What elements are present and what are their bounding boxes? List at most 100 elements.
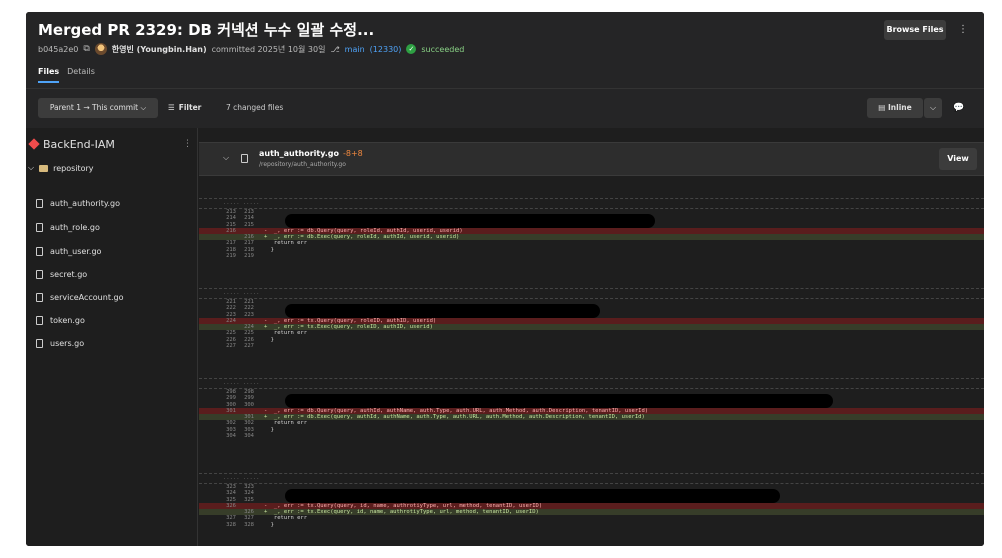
repo-header[interactable]: BackEnd-IAM ⋮ (28, 136, 192, 152)
diff-line: 328 328 } (199, 522, 984, 528)
file-item[interactable]: auth_authority.go (36, 196, 120, 210)
diff-panel: ⌵ auth_authority.go -8+8 /repository/auth… (199, 128, 984, 546)
file-label: token.go (50, 315, 85, 325)
app-window: Merged PR 2329: DB 커넥션 누수 일괄 수정... b045a… (26, 12, 984, 546)
diff-file-name-text: auth_authority.go (259, 149, 339, 158)
build-status[interactable]: succeeded (421, 45, 464, 54)
file-tree: BackEnd-IAM ⋮ ⌵ repository auth_authorit… (26, 128, 198, 546)
copy-icon[interactable]: ⧉ (83, 44, 89, 54)
diff-line: 304 304 (199, 433, 984, 439)
commit-hash[interactable]: b045a2e0 (38, 45, 78, 54)
repo-more-icon[interactable]: ⋮ (183, 139, 192, 149)
old-line-number: 328 (226, 521, 236, 528)
new-line-number: 227 (244, 343, 254, 350)
file-icon (36, 246, 43, 256)
filter-icon: ☰ (168, 103, 175, 112)
file-icon (36, 315, 43, 325)
file-icon (241, 154, 248, 163)
file-icon (36, 338, 43, 348)
new-line-number: 219 (244, 253, 254, 260)
new-line-number: 304 (244, 433, 254, 440)
redaction-mark (285, 394, 833, 408)
file-icon (36, 269, 43, 279)
diff-line: 219 219 (199, 253, 984, 259)
author-name[interactable]: 한영빈 (Youngbin.Han) (112, 44, 207, 55)
file-label: auth_user.go (50, 246, 102, 256)
file-item[interactable]: token.go (36, 313, 85, 327)
page-title: Merged PR 2329: DB 커넥션 누수 일괄 수정... (38, 21, 375, 39)
file-item[interactable]: auth_user.go (36, 244, 101, 258)
redaction-mark (285, 304, 600, 318)
browse-files-button[interactable]: Browse Files (884, 20, 946, 40)
branch-icon: ⎇ (330, 44, 340, 54)
hunk-separator[interactable]: ..... ..... (199, 198, 984, 209)
file-diff-header: ⌵ auth_authority.go -8+8 /repository/auth… (199, 142, 984, 176)
file-icon (36, 292, 43, 302)
redaction-mark (285, 489, 780, 503)
code-text: + _, err := db.Exec(query, authId, authN… (264, 414, 645, 421)
inline-view-icon: ▤ (878, 103, 888, 112)
view-mode-chevron-icon[interactable]: ⌵ (924, 98, 942, 118)
file-label: auth_role.go (50, 222, 100, 232)
diff-line: 227 227 (199, 343, 984, 349)
folder-repository[interactable]: ⌵ repository (28, 161, 94, 175)
hunk-separator[interactable]: ..... ..... (199, 378, 984, 389)
file-label: auth_authority.go (50, 198, 121, 208)
diff-toolbar: Parent 1 → This commit ⌵ ☰ Filter 7 chan… (26, 95, 984, 121)
diff-file-path: /repository/auth_authority.go (259, 161, 346, 168)
comment-icon[interactable]: 💬 (950, 98, 968, 118)
parent-dropdown-label: Parent 1 → This commit (49, 103, 139, 112)
branch-pr-link[interactable]: (12330) (370, 45, 402, 54)
commit-meta: b045a2e0 ⧉ 한영빈 (Youngbin.Han) committed … (38, 42, 464, 56)
code-text: } (264, 426, 274, 433)
filter-button[interactable]: ☰ Filter (168, 98, 201, 118)
tab-details[interactable]: Details (67, 67, 95, 83)
file-icon (36, 222, 43, 232)
collapse-chevron-icon[interactable]: ⌵ (223, 153, 229, 163)
changed-files-count: 7 changed files (226, 103, 284, 112)
committed-text: committed 2025년 10월 30일 (211, 44, 326, 54)
parent-commit-dropdown[interactable]: Parent 1 → This commit ⌵ (38, 98, 158, 118)
repo-icon (28, 138, 40, 150)
code-text: } (264, 336, 274, 343)
diff-hunk: ..... ..... 221 221 222 222 223 223 224- _, err… (199, 288, 984, 349)
file-icon (36, 198, 43, 208)
hunk-separator[interactable]: ..... ..... (199, 473, 984, 484)
redaction-mark (285, 214, 655, 228)
folder-icon (39, 164, 49, 172)
diff-file-stat: -8+8 (342, 149, 363, 158)
old-line-number: 219 (226, 253, 236, 260)
new-line-number: 328 (244, 521, 254, 528)
tab-bar: Files Details (38, 67, 95, 83)
file-label: users.go (50, 338, 85, 348)
file-item[interactable]: serviceAccount.go (36, 290, 123, 304)
code-text: } (264, 521, 274, 528)
diff-hunk: ..... ..... 213 213 214 214 215 215 216- _, err… (199, 198, 984, 259)
view-mode-label: Inline (888, 103, 912, 112)
file-item[interactable]: auth_role.go (36, 220, 100, 234)
hunk-separator[interactable]: ..... ..... (199, 288, 984, 299)
more-options-icon[interactable]: ⋮ (956, 20, 970, 40)
diff-hunk: ..... ..... 298 298 299 299 300 300 301- _, err… (199, 378, 984, 439)
diff-file-name[interactable]: auth_authority.go -8+8 (259, 149, 363, 158)
folder-label: repository (53, 163, 94, 173)
file-label: serviceAccount.go (50, 292, 124, 302)
success-check-icon: ✓ (406, 44, 417, 54)
chevron-down-icon: ⌵ (28, 163, 35, 172)
filter-label: Filter (178, 103, 202, 112)
view-file-button[interactable]: View (939, 148, 977, 170)
branch-name[interactable]: main (345, 45, 365, 54)
code-text: } (264, 246, 274, 253)
tab-files[interactable]: Files (38, 67, 60, 83)
file-item[interactable]: users.go (36, 336, 84, 350)
repo-name: BackEnd-IAM (43, 137, 115, 151)
commit-header: Merged PR 2329: DB 커넥션 누수 일괄 수정... b045a… (26, 12, 984, 128)
chevron-down-icon: ⌵ (140, 103, 147, 112)
avatar (94, 43, 107, 55)
file-label: secret.go (50, 269, 88, 279)
old-line-number: 227 (226, 343, 236, 350)
view-mode-button[interactable]: ▤ Inline (867, 98, 923, 118)
old-line-number: 304 (226, 433, 236, 440)
header-divider (26, 88, 984, 89)
file-item[interactable]: secret.go (36, 267, 87, 281)
